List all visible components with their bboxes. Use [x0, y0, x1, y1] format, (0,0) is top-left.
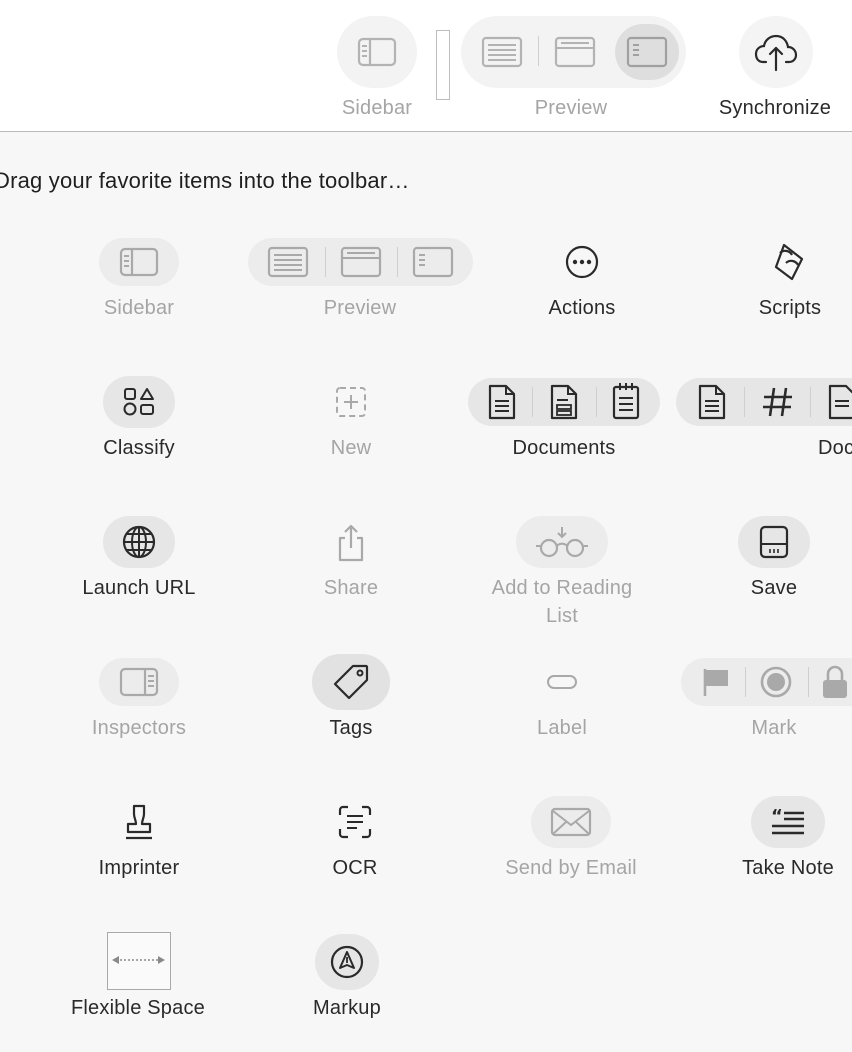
preview-side-icon [626, 36, 668, 68]
palette-tags-item[interactable] [312, 654, 390, 710]
segment-divider [397, 247, 398, 277]
sidebar-icon [119, 247, 159, 277]
plus-square-dashed-icon [336, 387, 366, 417]
palette-label-item[interactable] [537, 664, 587, 700]
lock-icon [823, 665, 847, 698]
toolbar-sidebar-button[interactable] [337, 16, 417, 88]
segment-divider [810, 387, 811, 417]
document-text-icon [488, 384, 516, 420]
segment-divider [538, 36, 539, 66]
palette-new-item[interactable] [326, 378, 376, 426]
label-capsule-icon [547, 675, 577, 689]
palette-ocr-item[interactable] [330, 798, 380, 846]
preview-lines-icon [481, 36, 523, 68]
toolbar: Sidebar Preview Synchronize [0, 0, 852, 132]
preview-top-icon [554, 36, 596, 68]
palette-save-label: Save [750, 577, 798, 599]
globe-icon [122, 525, 156, 559]
palette-actions-label: Actions [548, 297, 616, 319]
segment-divider [745, 667, 746, 697]
toolbar-preview-label: Preview [534, 97, 608, 119]
palette-hint: Drag your favorite items into the toolba… [0, 168, 410, 193]
palette-flexible-space-label: Flexible Space [71, 997, 205, 1019]
palette-inspectors-item[interactable] [99, 658, 179, 706]
palette-take-note-item[interactable]: “ [751, 796, 825, 848]
envelope-icon [550, 807, 592, 837]
hashtag-icon [763, 387, 792, 417]
segment-divider [808, 667, 809, 697]
segment-divider [532, 387, 533, 417]
synchronize-button[interactable] [739, 16, 813, 88]
synchronize-label: Synchronize [718, 97, 832, 119]
preview-lines-icon [267, 246, 309, 278]
preview-top-icon [340, 246, 382, 278]
palette-ocr-label: OCR [332, 857, 378, 879]
preview-side-icon [412, 246, 454, 278]
palette-sidebar-label: Sidebar [103, 297, 175, 319]
palette-save-item[interactable] [738, 516, 810, 568]
palette-add-reading-list-label-1: Add to Reading [491, 577, 633, 599]
palette-classify-label: Classify [103, 437, 175, 459]
palette-add-reading-list-item[interactable] [516, 516, 608, 568]
palette-tags-label: Tags [329, 717, 373, 739]
palette-imprinter-label: Imprinter [98, 857, 180, 879]
palette-sidebar-item[interactable] [99, 238, 179, 286]
palette-new-label: New [330, 437, 372, 459]
palette-classify-item[interactable] [103, 376, 175, 428]
glasses-icon [536, 527, 588, 558]
palette-take-note-label: Take Note [742, 857, 834, 879]
preview-mode-3-button[interactable] [615, 24, 679, 80]
palette-preview-label: Preview [323, 297, 397, 319]
cloud-upload-icon [754, 34, 798, 72]
palette-share-label: Share [323, 577, 379, 599]
shapes-icon [123, 388, 154, 416]
palette-scripts-label: Scripts [758, 297, 822, 319]
palette-send-by-email-label: Send by Email [505, 857, 637, 879]
palette-share-item[interactable] [326, 518, 376, 568]
sidebar-icon [357, 37, 397, 67]
palette-launch-url-item[interactable] [103, 516, 175, 568]
radio-circle-icon [760, 666, 792, 698]
palette-markup-item[interactable] [315, 934, 379, 990]
tag-icon [333, 664, 369, 700]
palette-label-label: Label [537, 717, 587, 739]
scroll-icon [774, 243, 804, 281]
document-text-icon [698, 384, 726, 420]
segment-divider [744, 387, 745, 417]
palette-mark-label: Mark [751, 717, 797, 739]
ellipsis-circle-icon [565, 245, 599, 279]
flexible-arrows-icon [112, 956, 165, 964]
palette-launch-url-label: Launch URL [82, 577, 196, 599]
toolbar-sidebar-label: Sidebar [341, 97, 413, 119]
segment-divider [325, 247, 326, 277]
palette-inspectors-label: Inspectors [91, 717, 187, 739]
preview-mode-1-button[interactable] [480, 34, 524, 70]
palette-actions-item[interactable] [556, 238, 608, 286]
save-icon [759, 525, 789, 559]
palette-flexible-space-item[interactable] [107, 932, 171, 990]
document-form-icon [550, 384, 578, 420]
inspector-icon [119, 667, 159, 697]
flag-icon [703, 669, 728, 696]
palette-markup-label: Markup [313, 997, 381, 1019]
share-icon [338, 524, 364, 562]
palette-documents-label: Documents [512, 437, 616, 459]
stamp-icon [126, 804, 152, 840]
notepad-icon [612, 383, 640, 420]
text-viewfinder-icon [338, 805, 372, 839]
palette-add-reading-list-label-2: List [546, 605, 578, 627]
toolbar-separator[interactable] [436, 30, 450, 100]
segment-divider [596, 387, 597, 417]
palette-send-by-email-item[interactable] [531, 796, 611, 848]
svg-text:“: “ [771, 807, 783, 827]
document-partial-icon [828, 384, 852, 420]
pen-tip-circle-icon [330, 945, 364, 979]
palette-scripts-item[interactable] [764, 236, 816, 288]
quote-note-icon: “ [771, 807, 804, 835]
preview-mode-2-button[interactable] [553, 34, 597, 70]
palette-imprinter-item[interactable] [114, 796, 164, 848]
palette-doc-partial-label: Doc [818, 437, 852, 459]
